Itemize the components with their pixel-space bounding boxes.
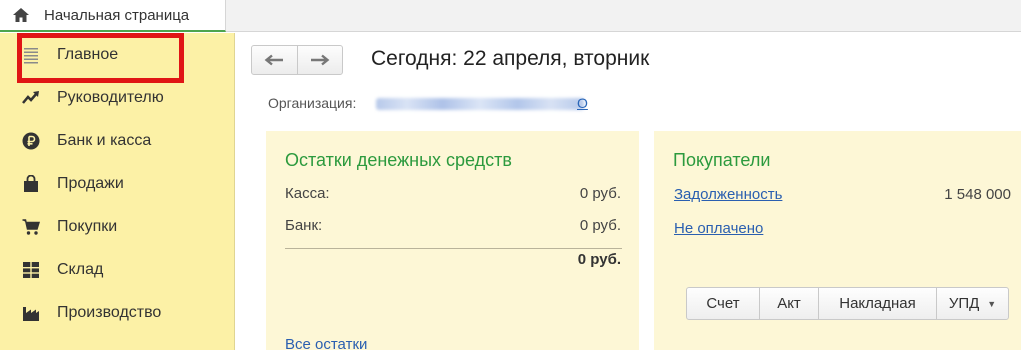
act-button[interactable]: Акт <box>759 288 818 319</box>
unpaid-link[interactable]: Не оплачено <box>674 220 763 237</box>
arrow-left-icon <box>265 54 284 66</box>
sidebar-item-bank[interactable]: Банк и касса <box>0 120 234 162</box>
cash-panel-title: Остатки денежных средств <box>285 150 512 170</box>
waybill-button[interactable]: Накладная <box>818 288 936 319</box>
forward-button[interactable] <box>296 46 342 74</box>
sidebar: Главное Руководителю Банк и касса Продаж… <box>0 33 235 350</box>
back-button[interactable] <box>252 46 297 74</box>
sidebar-item-main[interactable]: Главное <box>0 34 234 76</box>
sidebar-item-sales[interactable]: Продажи <box>0 163 234 205</box>
cash-total-value: 0 руб. <box>577 251 621 268</box>
document-buttons: Счет Акт Накладная УПД ▼ <box>686 287 1009 320</box>
bank-row-label: Банк: <box>285 217 323 234</box>
home-icon <box>13 8 29 22</box>
cash-balance-panel: Остатки денежных средств Касса: 0 руб. Б… <box>266 131 639 350</box>
all-balances-link[interactable]: Все остатки <box>285 336 367 350</box>
organization-link[interactable]: О <box>376 95 588 113</box>
redacted-organization-name <box>376 98 584 110</box>
ruble-icon <box>22 132 40 150</box>
buyers-panel-title: Покупатели <box>673 150 771 170</box>
total-divider <box>285 248 622 249</box>
sidebar-item-label: Руководителю <box>57 89 164 106</box>
debt-link[interactable]: Задолженность <box>674 186 782 203</box>
cash-row-label: Касса: <box>285 185 330 202</box>
factory-icon <box>23 307 39 321</box>
page-title: Сегодня: 22 апреля, вторник <box>371 47 650 70</box>
tab-home[interactable]: Начальная страница <box>0 0 226 32</box>
sidebar-item-production[interactable]: Производство <box>0 292 234 334</box>
sidebar-item-warehouse[interactable]: Склад <box>0 249 234 291</box>
warehouse-grid-icon <box>23 262 39 278</box>
caret-down-icon: ▼ <box>987 298 997 309</box>
shopping-bag-icon <box>24 175 38 192</box>
debt-value: 1 548 000 <box>944 186 1011 203</box>
tab-home-label: Начальная страница <box>44 6 190 24</box>
arrow-right-icon <box>310 54 330 66</box>
sidebar-item-label: Банк и касса <box>57 132 152 149</box>
sidebar-item-purchases[interactable]: Покупки <box>0 206 234 248</box>
upd-dropdown-button[interactable]: УПД ▼ <box>936 288 1008 319</box>
upd-button-label: УПД <box>948 295 980 312</box>
sidebar-item-label: Продажи <box>57 175 124 192</box>
cart-icon <box>22 219 40 235</box>
bank-row-value: 0 руб. <box>579 217 621 234</box>
organization-label: Организация: <box>268 95 357 111</box>
sidebar-item-label: Производство <box>57 304 162 321</box>
sidebar-item-manager[interactable]: Руководителю <box>0 77 234 119</box>
list-icon <box>24 48 38 64</box>
sidebar-item-label: Покупки <box>57 218 118 235</box>
cash-row-value: 0 руб. <box>579 185 621 202</box>
trend-up-icon <box>22 91 39 104</box>
buyers-panel: Покупатели Задолженность 1 548 000 Не оп… <box>654 131 1021 350</box>
tab-bar: Начальная страница <box>0 0 1021 32</box>
invoice-button[interactable]: Счет <box>687 288 759 319</box>
sidebar-item-label: Склад <box>57 261 104 278</box>
main-content: Сегодня: 22 апреля, вторник Организация:… <box>236 33 1021 350</box>
history-nav <box>251 45 343 75</box>
organization-link-tail: О <box>577 95 588 111</box>
sidebar-item-label: Главное <box>57 46 119 63</box>
